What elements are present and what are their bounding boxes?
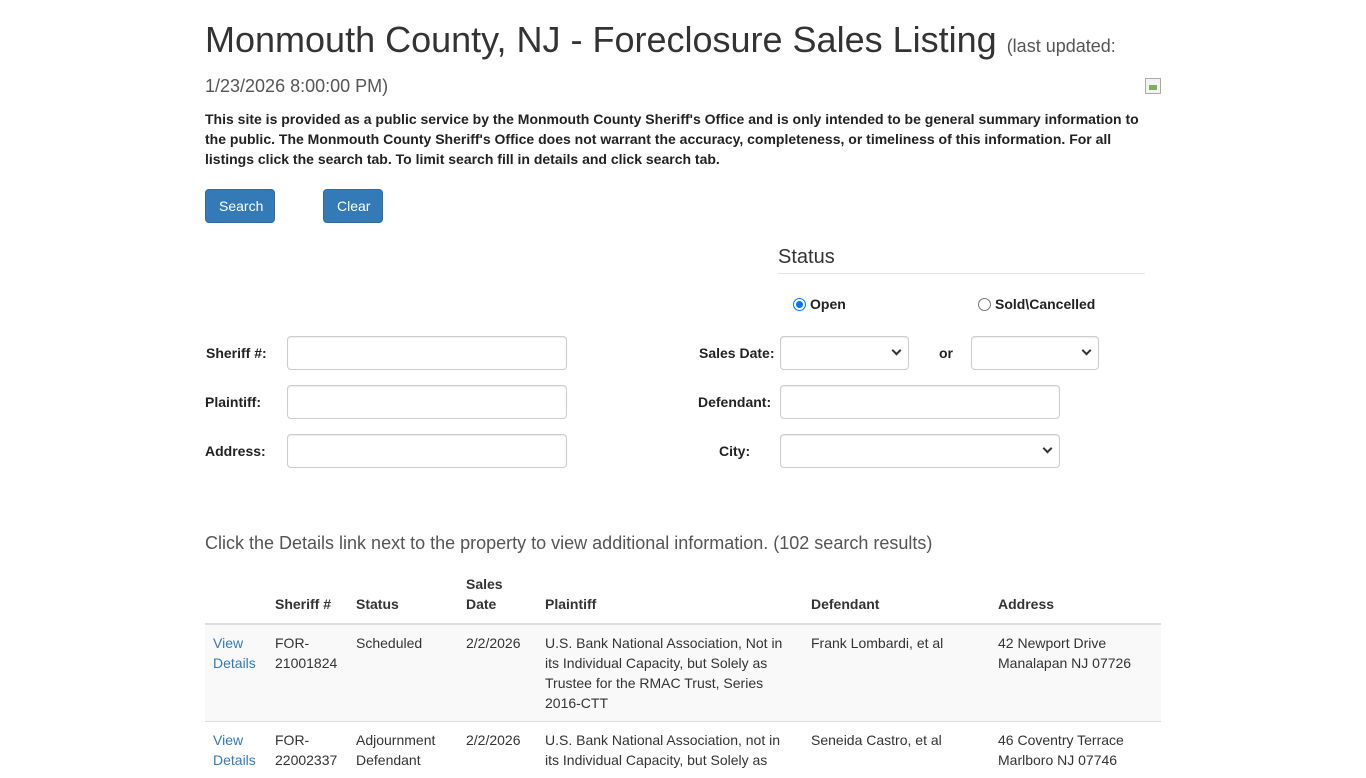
plaintiff-label: Plaintiff:: [205, 394, 261, 410]
last-updated-prefix: (last updated:: [1007, 36, 1116, 56]
sheriff-cell: FOR-22002337: [267, 722, 348, 778]
sales-date-from-select[interactable]: [780, 336, 909, 370]
status-open-radio[interactable]: Open: [793, 296, 846, 312]
defendant-cell: Frank Lombardi, et al: [803, 624, 990, 722]
header-status: Status: [348, 574, 458, 624]
header-address: Address: [990, 574, 1161, 624]
header-sales-date: Sales Date: [458, 574, 537, 624]
sheriff-cell: FOR-21001824: [267, 624, 348, 722]
table-row: View Details FOR-22002337 Adjournment De…: [205, 722, 1161, 778]
clear-button[interactable]: Clear: [323, 189, 383, 223]
table-header-row: Sheriff # Status Sales Date Plaintiff De…: [205, 574, 1161, 624]
radio-unselected-icon[interactable]: [978, 298, 991, 311]
header-blank: [205, 574, 267, 624]
search-button[interactable]: Search: [205, 189, 275, 223]
table-row: View Details FOR-21001824 Scheduled 2/2/…: [205, 624, 1161, 722]
city-label: City:: [719, 443, 750, 459]
plaintiff-input[interactable]: [287, 385, 567, 419]
header-defendant: Defendant: [803, 574, 990, 624]
plaintiff-cell: U.S. Bank National Association, not in i…: [537, 722, 803, 778]
results-info: Click the Details link next to the prope…: [205, 533, 932, 554]
status-sold-cancelled-radio[interactable]: Sold\Cancelled: [978, 296, 1095, 312]
defendant-label: Defendant:: [698, 394, 771, 410]
header-plaintiff: Plaintiff: [537, 574, 803, 624]
status-open-label: Open: [810, 296, 846, 312]
defendant-input[interactable]: [780, 385, 1060, 419]
address-street: 46 Coventry Terrace: [998, 730, 1153, 750]
status-cell: Scheduled: [348, 624, 458, 722]
status-sold-label: Sold\Cancelled: [995, 296, 1095, 312]
details-cell: View Details: [205, 722, 267, 778]
view-details-link[interactable]: View Details: [213, 732, 256, 768]
address-cell: 46 Coventry TerraceMarlboro NJ 07746: [990, 722, 1161, 778]
radio-selected-icon[interactable]: [793, 298, 806, 311]
address-street: 42 Newport Drive: [998, 633, 1153, 653]
address-city: Manalapan NJ 07726: [998, 653, 1153, 673]
chevron-down-icon: [1043, 444, 1053, 454]
chevron-down-icon: [1082, 346, 1092, 356]
address-cell: 42 Newport DriveManalapan NJ 07726: [990, 624, 1161, 722]
or-label: or: [939, 345, 953, 361]
sales-date-label: Sales Date:: [699, 345, 774, 361]
view-details-link[interactable]: View Details: [213, 635, 256, 671]
sales-date-to-select[interactable]: [971, 336, 1099, 370]
defendant-cell: Seneida Castro, et al: [803, 722, 990, 778]
page-title: Monmouth County, NJ - Foreclosure Sales …: [205, 20, 1116, 66]
plaintiff-cell: U.S. Bank National Association, Not in i…: [537, 624, 803, 722]
status-cell: Adjournment Defendant: [348, 722, 458, 778]
disclaimer-text: This site is provided as a public servic…: [205, 109, 1155, 169]
date-cell: 2/2/2026: [458, 624, 537, 722]
chevron-down-icon: [892, 346, 902, 356]
address-input[interactable]: [287, 434, 567, 468]
address-city: Marlboro NJ 07746: [998, 750, 1153, 770]
sheriff-label: Sheriff #:: [206, 345, 267, 361]
city-select[interactable]: [780, 434, 1060, 468]
last-updated-value: 1/23/2026 8:00:00 PM): [205, 76, 388, 97]
details-cell: View Details: [205, 624, 267, 722]
sheriff-input[interactable]: [287, 336, 567, 370]
page-title-text: Monmouth County, NJ - Foreclosure Sales …: [205, 19, 997, 60]
status-heading: Status: [778, 246, 1145, 274]
results-table: Sheriff # Status Sales Date Plaintiff De…: [205, 574, 1161, 778]
address-label: Address:: [205, 443, 266, 459]
header-sheriff: Sheriff #: [267, 574, 348, 624]
date-cell: 2/2/2026: [458, 722, 537, 778]
broken-image-icon: [1145, 78, 1161, 94]
